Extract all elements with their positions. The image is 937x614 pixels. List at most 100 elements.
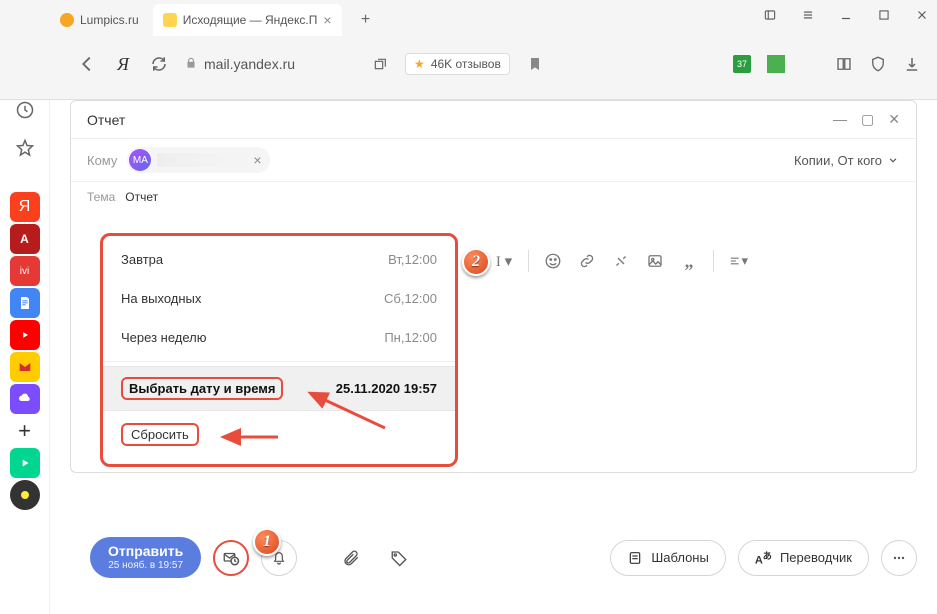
reader-icon[interactable] (835, 55, 853, 73)
reviews-pill[interactable]: ★ 46K отзывов (405, 53, 510, 75)
annotation-arrow (218, 427, 288, 447)
reviews-text: 46K отзывов (431, 57, 501, 71)
option-time: Вт,12:00 (388, 252, 437, 267)
send-button[interactable]: Отправить 25 нояб. в 19:57 (90, 537, 201, 578)
calendar-ext-icon[interactable]: 37 (733, 55, 751, 73)
unlink-icon[interactable] (611, 251, 631, 271)
yandex-home-icon[interactable]: Я (112, 53, 134, 75)
app-icons: Я A ivi + (10, 192, 40, 510)
yandex-mail-icon[interactable] (10, 352, 40, 382)
compose-header: Отчет — ▢ ✕ (71, 101, 916, 139)
browser-chrome: Lumpics.ru Исходящие — Яндекс.П × + Я ma… (0, 0, 937, 100)
remove-recipient-icon[interactable]: × (253, 152, 261, 168)
extension-icon[interactable] (767, 55, 785, 73)
templates-button[interactable]: Шаблоны (610, 540, 726, 576)
translator-button[interactable]: Aあ Переводчик (738, 540, 869, 576)
image-icon[interactable] (645, 251, 665, 271)
minimize-icon[interactable] (839, 8, 853, 22)
recipient-avatar: MA (129, 149, 151, 171)
more-icon (891, 550, 907, 566)
clock-mail-icon (222, 549, 240, 567)
favicon-icon (60, 13, 74, 27)
star-icon[interactable] (15, 138, 35, 158)
to-row: Кому MA × Копии, От кого (71, 139, 916, 182)
option-time: Пн,12:00 (384, 330, 437, 345)
cloud-app-icon[interactable] (10, 384, 40, 414)
option-label: На выходных (121, 291, 201, 306)
close-window-icon[interactable] (915, 8, 929, 22)
paperclip-icon (342, 549, 360, 567)
tab-lumpics[interactable]: Lumpics.ru (50, 4, 149, 36)
maximize-icon[interactable] (877, 8, 891, 22)
divider (528, 250, 529, 272)
more-button[interactable] (881, 540, 917, 576)
history-icon[interactable] (15, 100, 35, 120)
pick-datetime-label: Выбрать дату и время (121, 377, 283, 400)
shield-ext-icon[interactable] (869, 55, 887, 73)
copies-toggle[interactable]: Копии, От кого (794, 153, 900, 168)
schedule-option-nextweek[interactable]: Через неделю Пн,12:00 (103, 318, 455, 357)
menu-icon[interactable] (801, 8, 815, 22)
send-label: Отправить (108, 543, 183, 560)
translate-icon: Aあ (755, 548, 772, 567)
tabs-bar: Lumpics.ru Исходящие — Яндекс.П × + (0, 0, 937, 40)
sidebar-toggle-icon[interactable] (763, 8, 777, 22)
editor-toolbar: ▾ I ▾ „ ▾ (460, 250, 748, 272)
tab-label: Lumpics.ru (80, 13, 139, 27)
close-icon[interactable]: × (323, 12, 331, 28)
tag-icon (390, 549, 408, 567)
add-app-icon[interactable]: + (10, 416, 40, 446)
back-button[interactable] (76, 53, 98, 75)
docs-icon[interactable] (10, 288, 40, 318)
annotation-badge-1: 1 (253, 528, 281, 556)
separator (103, 361, 455, 362)
tab-yandex-mail[interactable]: Исходящие — Яндекс.П × (153, 4, 342, 36)
attach-button[interactable] (333, 540, 369, 576)
downloads-icon[interactable] (903, 55, 921, 73)
download-ext-icon[interactable] (801, 55, 819, 73)
option-label: Через неделю (121, 330, 206, 345)
annotation-badge-2: 2 (462, 248, 490, 276)
label-button[interactable] (381, 540, 417, 576)
align-icon[interactable]: ▾ (728, 251, 748, 271)
media-icon[interactable] (10, 448, 40, 478)
popout-icon[interactable] (369, 53, 391, 75)
schedule-send-button[interactable] (213, 540, 249, 576)
schedule-option-tomorrow[interactable]: Завтра Вт,12:00 (103, 240, 455, 279)
star-icon: ★ (414, 57, 425, 71)
reset-schedule-button[interactable]: Сбросить (121, 423, 199, 446)
font-size-icon[interactable]: I ▾ (494, 251, 514, 271)
subject-value[interactable]: Отчет (125, 190, 158, 204)
new-tab-button[interactable]: + (354, 8, 378, 32)
abbyy-icon[interactable]: A (10, 224, 40, 254)
recipient-chip[interactable]: MA × (127, 147, 269, 173)
reload-button[interactable] (148, 53, 170, 75)
url-text: mail.yandex.ru (204, 56, 295, 72)
link-icon[interactable] (577, 251, 597, 271)
option-time: Сб,12:00 (384, 291, 437, 306)
ivi-icon[interactable]: ivi (10, 256, 40, 286)
translator-label: Переводчик (780, 550, 852, 565)
yandex-app-icon[interactable]: Я (10, 192, 40, 222)
close-compose-icon[interactable]: ✕ (888, 111, 900, 128)
schedule-option-weekend[interactable]: На выходных Сб,12:00 (103, 279, 455, 318)
alice-icon[interactable] (10, 480, 40, 510)
minimize-compose-icon[interactable]: — (833, 111, 847, 128)
favicon-icon (163, 13, 177, 27)
subject-label: Тема (87, 190, 115, 204)
url-display[interactable]: mail.yandex.ru (184, 56, 295, 73)
templates-label: Шаблоны (651, 550, 709, 565)
subject-row: Тема Отчет (71, 182, 916, 212)
lock-icon (184, 56, 198, 73)
compose-actions: Отправить 25 нояб. в 19:57 Шаблоны Aあ Пе… (90, 537, 917, 578)
option-label: Завтра (121, 252, 163, 267)
quote-icon[interactable]: „ (679, 251, 699, 271)
divider (713, 250, 714, 272)
send-subtitle: 25 нояб. в 19:57 (108, 560, 183, 572)
bookmark-icon[interactable] (524, 53, 546, 75)
youtube-icon[interactable] (10, 320, 40, 350)
pick-datetime-row[interactable]: Выбрать дату и время 25.11.2020 19:57 (103, 366, 455, 411)
emoji-icon[interactable] (543, 251, 563, 271)
compose-title: Отчет (87, 112, 125, 128)
expand-compose-icon[interactable]: ▢ (861, 111, 874, 128)
